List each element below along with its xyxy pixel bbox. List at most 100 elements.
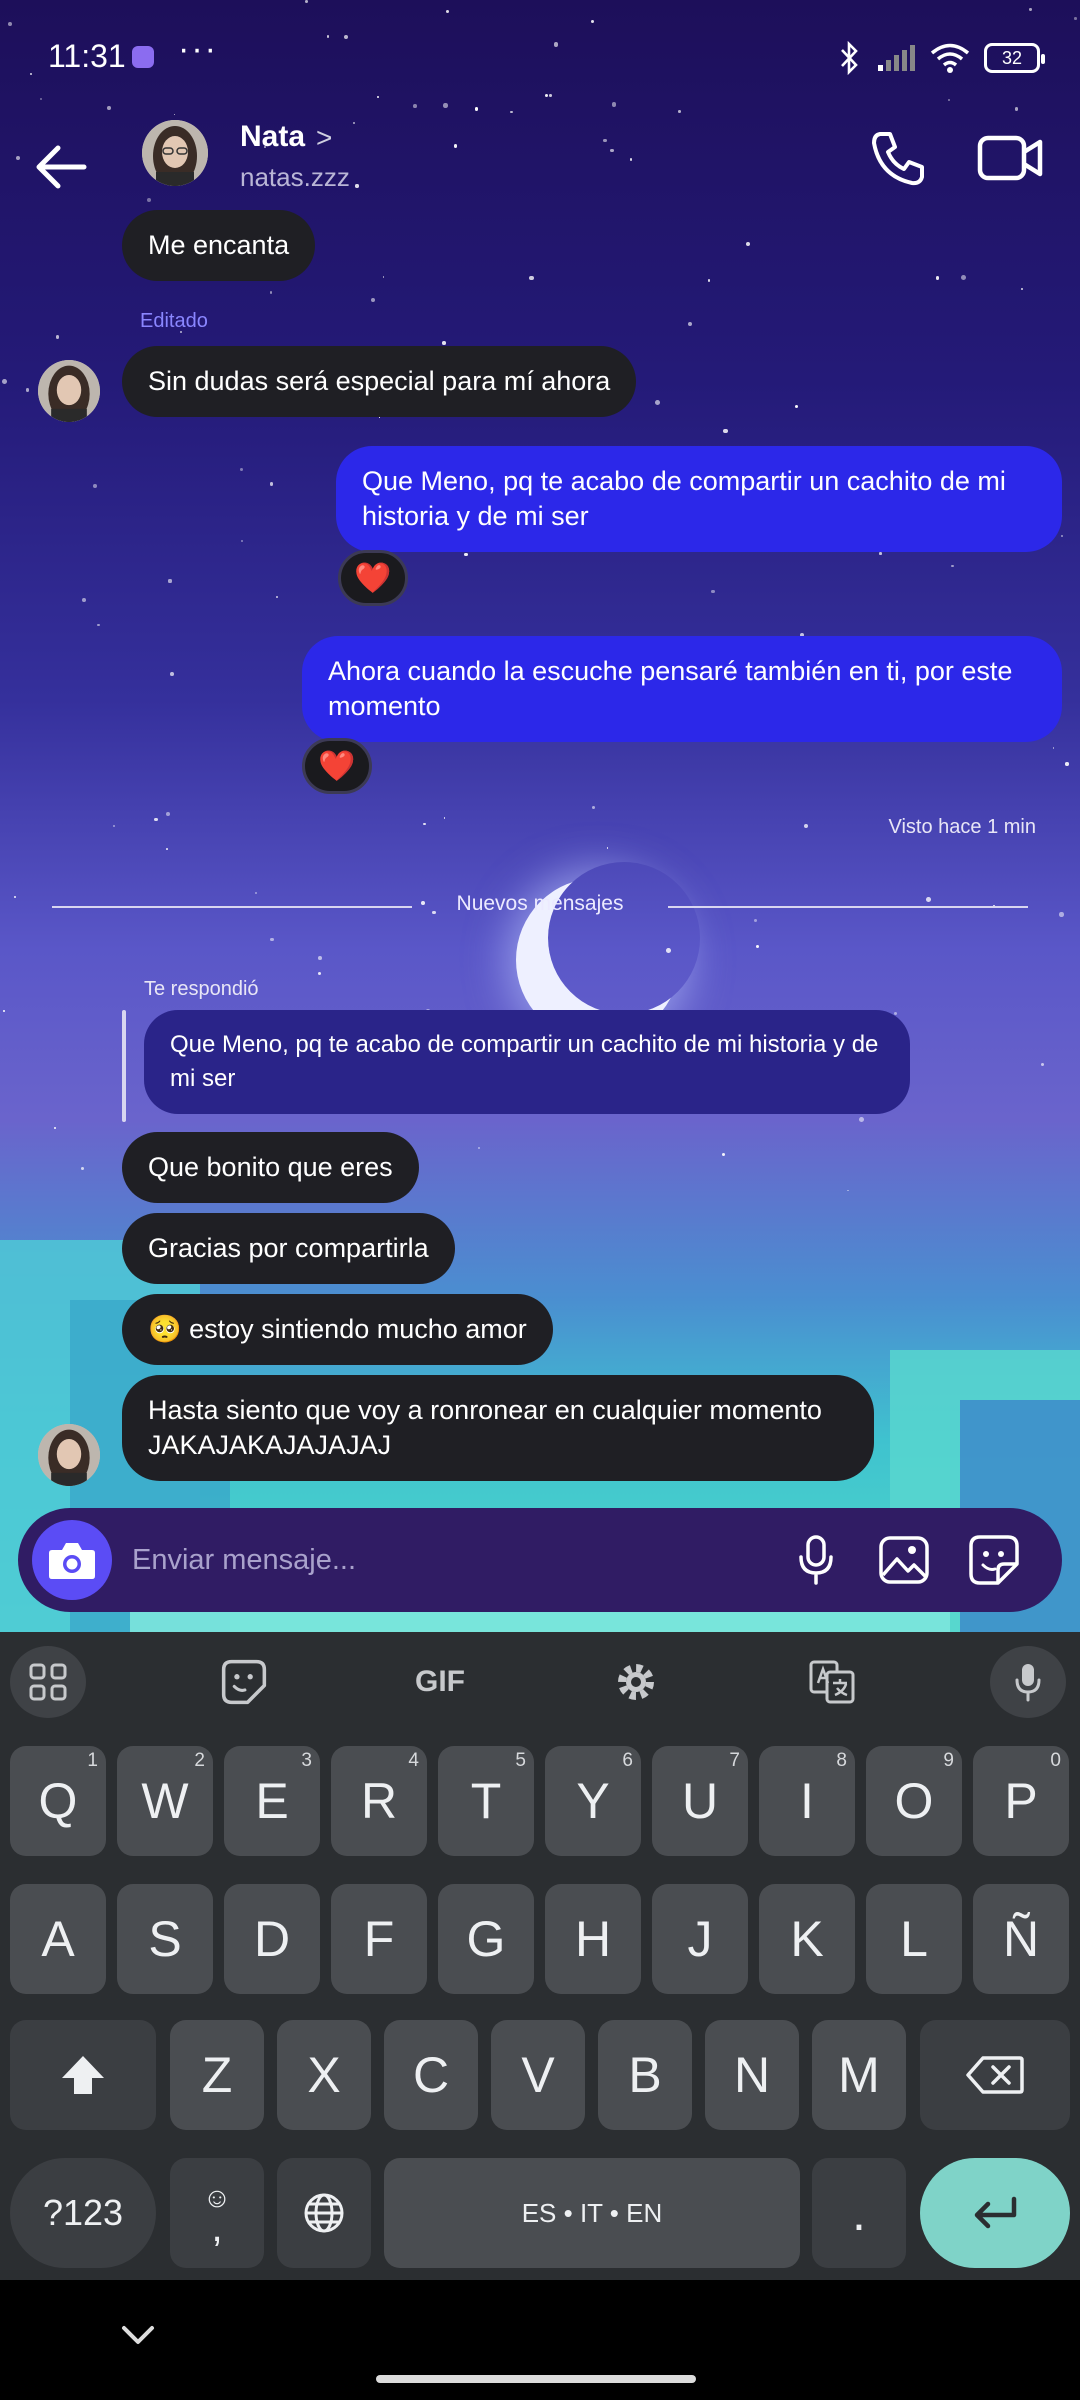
star-decoration — [859, 1116, 865, 1122]
key-j[interactable]: J — [652, 1884, 748, 1994]
star-decoration — [423, 823, 426, 826]
contact-avatar[interactable] — [142, 120, 208, 186]
star-decoration — [723, 428, 728, 434]
key-y[interactable]: Y6 — [545, 1746, 641, 1856]
star-decoration — [165, 812, 170, 817]
star-decoration — [961, 274, 967, 280]
key-n-tilde[interactable]: Ñ — [973, 1884, 1069, 1994]
key-h[interactable]: H — [545, 1884, 641, 1994]
key-u[interactable]: U7 — [652, 1746, 748, 1856]
star-decoration — [25, 388, 30, 392]
incoming-message[interactable]: Que bonito que eres — [122, 1132, 419, 1203]
key-v[interactable]: V — [491, 2020, 585, 2130]
star-decoration — [1, 378, 7, 384]
contact-avatar-small[interactable] — [38, 1424, 100, 1486]
language-key[interactable] — [277, 2158, 371, 2268]
enter-key[interactable] — [920, 2158, 1070, 2268]
key-k[interactable]: K — [759, 1884, 855, 1994]
star-decoration — [1065, 762, 1069, 766]
star-decoration — [1040, 1063, 1044, 1067]
incoming-message[interactable]: Sin dudas será especial para mí ahora — [122, 346, 637, 417]
incoming-message[interactable]: 🥺 estoy sintiendo mucho amor — [122, 1294, 553, 1365]
key-z[interactable]: Z — [170, 2020, 264, 2130]
wifi-icon — [930, 43, 970, 73]
voice-input-button[interactable] — [990, 1646, 1066, 1718]
key-c[interactable]: C — [384, 2020, 478, 2130]
star-decoration — [721, 1152, 725, 1156]
incoming-message[interactable]: Hasta siento que voy a ronronear en cual… — [122, 1375, 874, 1481]
star-decoration — [687, 321, 692, 326]
period-key[interactable]: . — [812, 2158, 906, 2268]
key-x[interactable]: X — [277, 2020, 371, 2130]
emoji-comma-key[interactable]: ☺ , — [170, 2158, 264, 2268]
star-decoration — [745, 241, 750, 246]
microphone-button[interactable] — [786, 1530, 846, 1590]
outgoing-message[interactable]: Que Meno, pq te acabo de compartir un ca… — [336, 446, 1062, 552]
settings-button[interactable] — [598, 1646, 674, 1718]
star-decoration — [112, 824, 116, 828]
chevron-right-icon[interactable]: > — [316, 122, 332, 154]
message-input[interactable] — [132, 1534, 772, 1586]
microphone-icon — [799, 1535, 833, 1585]
key-r[interactable]: R4 — [331, 1746, 427, 1856]
key-b[interactable]: B — [598, 2020, 692, 2130]
key-m[interactable]: M — [812, 2020, 906, 2130]
heart-reaction[interactable]: ❤️ — [302, 738, 372, 794]
key-a[interactable]: A — [10, 1884, 106, 1994]
contact-username[interactable]: natas.zzz — [240, 162, 350, 193]
star-decoration — [529, 275, 534, 280]
star-decoration — [370, 297, 376, 303]
translate-button[interactable] — [794, 1646, 870, 1718]
key-i[interactable]: I8 — [759, 1746, 855, 1856]
gallery-button[interactable] — [874, 1530, 934, 1590]
key-n[interactable]: N — [705, 2020, 799, 2130]
quoted-message[interactable]: Que Meno, pq te acabo de compartir un ca… — [144, 1010, 910, 1114]
key-q[interactable]: Q1 — [10, 1746, 106, 1856]
star-decoration — [3, 1009, 6, 1012]
star-decoration — [269, 291, 273, 294]
key-s[interactable]: S — [117, 1884, 213, 1994]
star-decoration — [154, 817, 158, 822]
star-decoration — [270, 937, 274, 941]
apps-button[interactable] — [10, 1646, 86, 1718]
sticker-tool-button[interactable] — [206, 1646, 282, 1718]
video-call-icon[interactable] — [976, 128, 1046, 188]
gif-button[interactable]: GIF — [402, 1646, 478, 1718]
heart-reaction[interactable]: ❤️ — [338, 550, 408, 606]
star-decoration — [756, 944, 760, 948]
camera-button[interactable] — [32, 1520, 112, 1600]
sticker-button[interactable] — [964, 1530, 1024, 1590]
enter-icon — [974, 2196, 1017, 2229]
star-decoration — [606, 847, 609, 849]
outgoing-message[interactable]: Ahora cuando la escuche pensaré también … — [302, 636, 1062, 742]
contact-avatar-small[interactable] — [38, 360, 100, 422]
symbols-key[interactable]: ?123 — [10, 2158, 156, 2268]
hide-keyboard-icon[interactable] — [118, 2320, 158, 2350]
space-key[interactable]: ES • IT • EN — [384, 2158, 800, 2268]
star-decoration — [382, 276, 385, 279]
key-f[interactable]: F — [331, 1884, 427, 1994]
shift-key[interactable] — [10, 2020, 156, 2130]
keyboard-toolbar: GIF — [0, 1632, 1080, 1728]
key-p[interactable]: P0 — [973, 1746, 1069, 1856]
key-t[interactable]: T5 — [438, 1746, 534, 1856]
phone-icon[interactable] — [866, 126, 930, 190]
key-d[interactable]: D — [224, 1884, 320, 1994]
star-decoration — [707, 279, 710, 282]
key-w[interactable]: W2 — [117, 1746, 213, 1856]
incoming-message[interactable]: Gracias por compartirla — [122, 1213, 455, 1284]
back-arrow-icon[interactable] — [28, 132, 98, 202]
moon-decoration — [548, 862, 700, 1014]
status-bar: 11:31 ··· 32 — [0, 0, 1080, 116]
star-decoration — [240, 540, 243, 543]
backspace-key[interactable] — [920, 2020, 1070, 2130]
key-o[interactable]: O9 — [866, 1746, 962, 1856]
star-decoration — [53, 1126, 56, 1130]
incoming-message[interactable]: Me encanta — [122, 210, 316, 281]
key-e[interactable]: E3 — [224, 1746, 320, 1856]
key-g[interactable]: G — [438, 1884, 534, 1994]
home-gesture-handle[interactable] — [376, 2375, 696, 2383]
contact-name[interactable]: Nata — [240, 120, 305, 154]
key-l[interactable]: L — [866, 1884, 962, 1994]
quote-bar — [122, 1010, 126, 1122]
